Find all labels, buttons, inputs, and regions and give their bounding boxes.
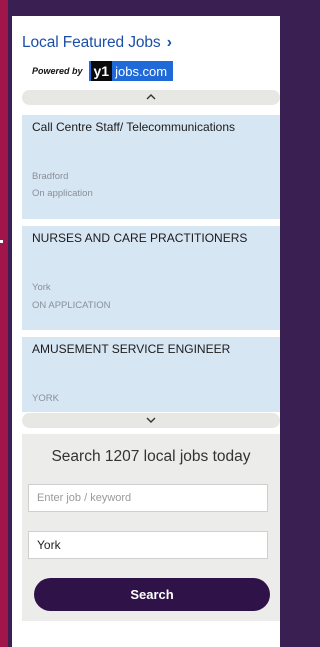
keyword-input[interactable] — [28, 484, 268, 512]
y1jobs-logo[interactable]: y1 jobs.com — [88, 61, 174, 81]
logo-text: jobs.com — [115, 63, 168, 79]
job-title[interactable]: AMUSEMENT SERVICE ENGINEER — [32, 343, 257, 356]
search-heading: Search 1207 local jobs today — [51, 448, 251, 465]
scroll-down-button[interactable] — [22, 413, 280, 428]
job-search-form: Search 1207 local jobs today Search — [22, 434, 280, 621]
job-card[interactable]: Call Centre Staff/ Telecommunications Br… — [22, 115, 280, 219]
job-location: York — [32, 282, 51, 293]
widget-title: Local Featured Jobs — [22, 34, 161, 51]
job-list: Call Centre Staff/ Telecommunications Br… — [22, 115, 280, 412]
chevron-right-icon: › — [166, 34, 172, 51]
accent-strip — [0, 0, 8, 647]
scroll-up-button[interactable] — [22, 90, 280, 105]
job-location: Bradford — [32, 171, 69, 182]
job-card[interactable]: AMUSEMENT SERVICE ENGINEER YORK — [22, 337, 280, 412]
job-salary: On application — [32, 188, 93, 199]
featured-jobs-widget: Local Featured Jobs › Powered by y1 jobs… — [12, 16, 280, 647]
chevron-up-icon — [146, 92, 156, 103]
logo-mark: y1 — [90, 61, 113, 81]
job-title[interactable]: NURSES AND CARE PRACTITIONERS — [32, 232, 257, 245]
chevron-down-icon — [146, 415, 156, 426]
powered-by-row: Powered by y1 jobs.com — [32, 61, 174, 81]
job-salary: ON APPLICATION — [32, 300, 111, 311]
job-title[interactable]: Call Centre Staff/ Telecommunications — [32, 121, 257, 134]
job-card[interactable]: NURSES AND CARE PRACTITIONERS York ON AP… — [22, 226, 280, 330]
right-border — [280, 0, 284, 647]
location-input[interactable] — [28, 531, 268, 559]
local-featured-jobs-link[interactable]: Local Featured Jobs › — [22, 34, 172, 52]
job-location: YORK — [32, 393, 59, 404]
search-button[interactable]: Search — [34, 578, 270, 611]
strip-marker — [0, 240, 3, 243]
powered-by-label: Powered by — [32, 66, 83, 76]
